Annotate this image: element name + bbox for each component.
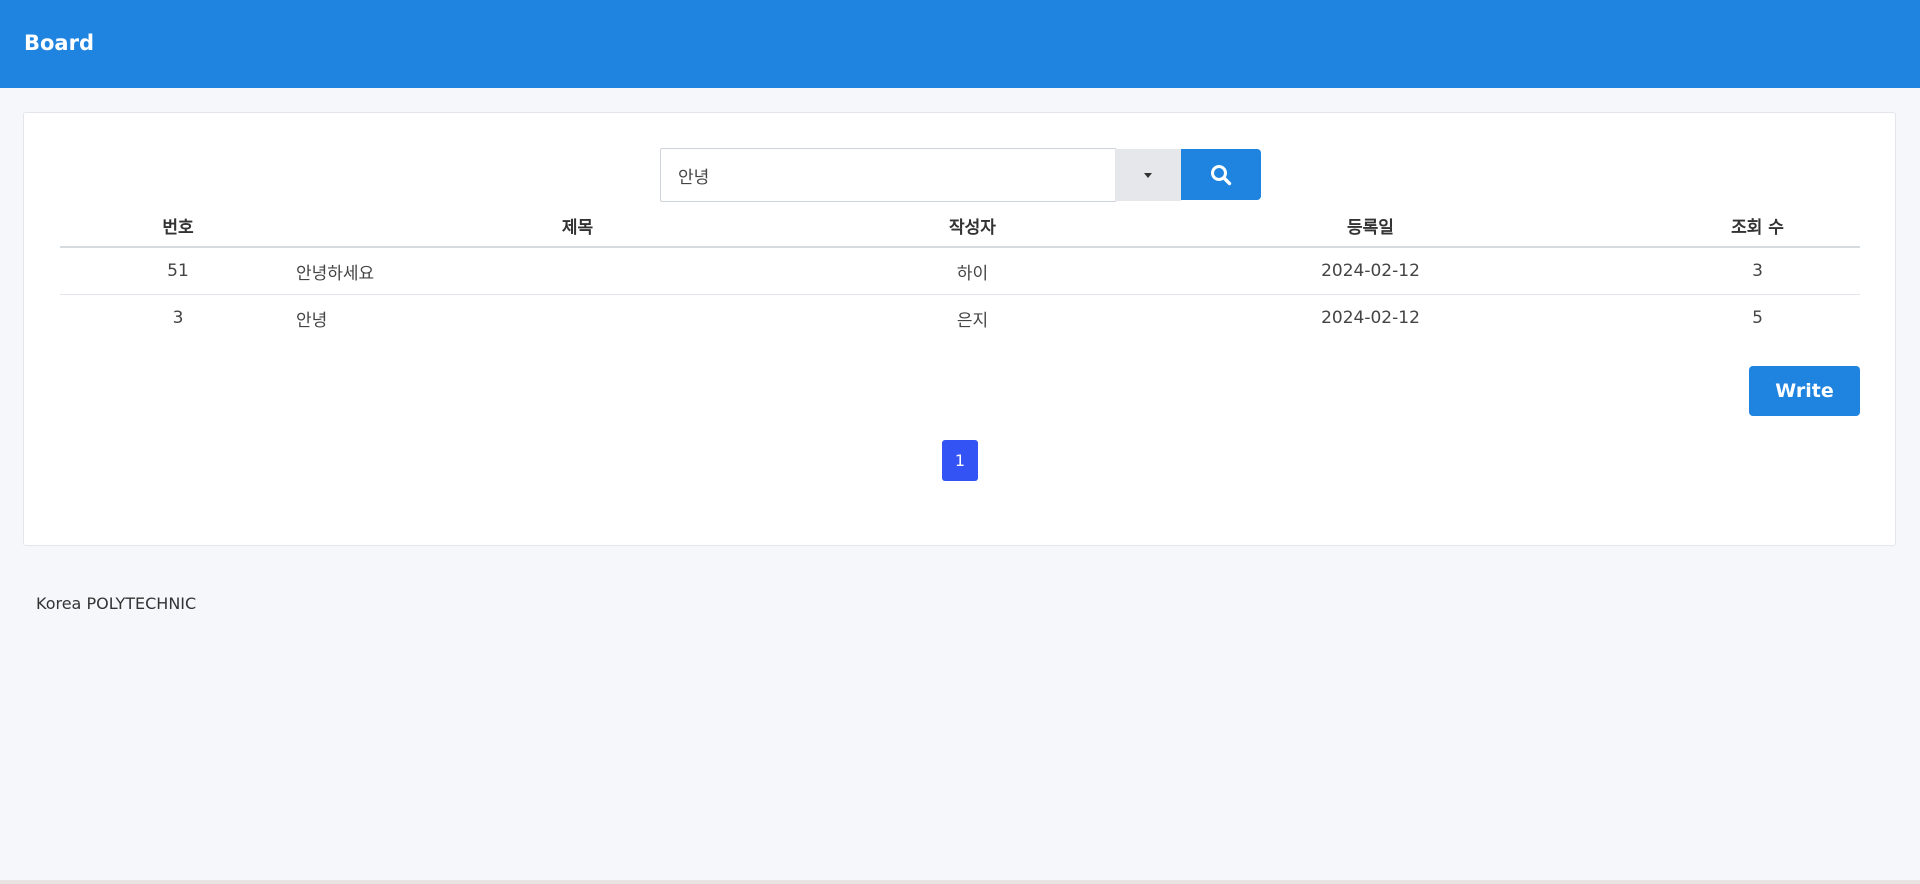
top-navbar: Board [0,0,1920,88]
footer-text: Korea POLYTECHNIC [36,594,197,613]
post-title-link[interactable]: 안녕 [296,295,859,342]
search-icon [1211,165,1232,186]
column-header-title: 제목 [296,204,859,248]
post-author: 하이 [859,247,1086,295]
column-header-views: 조회 수 [1655,204,1860,248]
post-title-link[interactable]: 안녕하세요 [296,247,859,295]
bottom-divider [0,880,1920,884]
search-type-dropdown-button[interactable] [1115,149,1181,201]
post-views: 3 [1655,247,1860,295]
column-header-date: 등록일 [1086,204,1655,248]
board-table: 번호 제목 작성자 등록일 조회 수 51 안녕하세요 하이 2024-02-1… [60,204,1860,341]
table-row[interactable]: 51 안녕하세요 하이 2024-02-12 3 [60,247,1860,295]
column-header-author: 작성자 [859,204,1086,248]
pagination-page-1[interactable]: 1 [942,440,978,481]
table-row[interactable]: 3 안녕 은지 2024-02-12 5 [60,295,1860,342]
post-date: 2024-02-12 [1321,308,1420,328]
column-header-number: 번호 [60,204,296,248]
search-button[interactable] [1181,149,1261,200]
table-header-row: 번호 제목 작성자 등록일 조회 수 [60,204,1860,248]
post-number: 3 [172,308,184,328]
post-author: 은지 [956,310,989,331]
brand-title[interactable]: Board [24,30,94,56]
post-views: 5 [1752,308,1763,328]
post-date: 2024-02-12 [1086,247,1655,295]
post-number: 51 [60,247,296,295]
write-button[interactable]: Write [1749,366,1860,416]
caret-down-icon [1144,173,1152,178]
search-input[interactable] [660,148,1116,202]
